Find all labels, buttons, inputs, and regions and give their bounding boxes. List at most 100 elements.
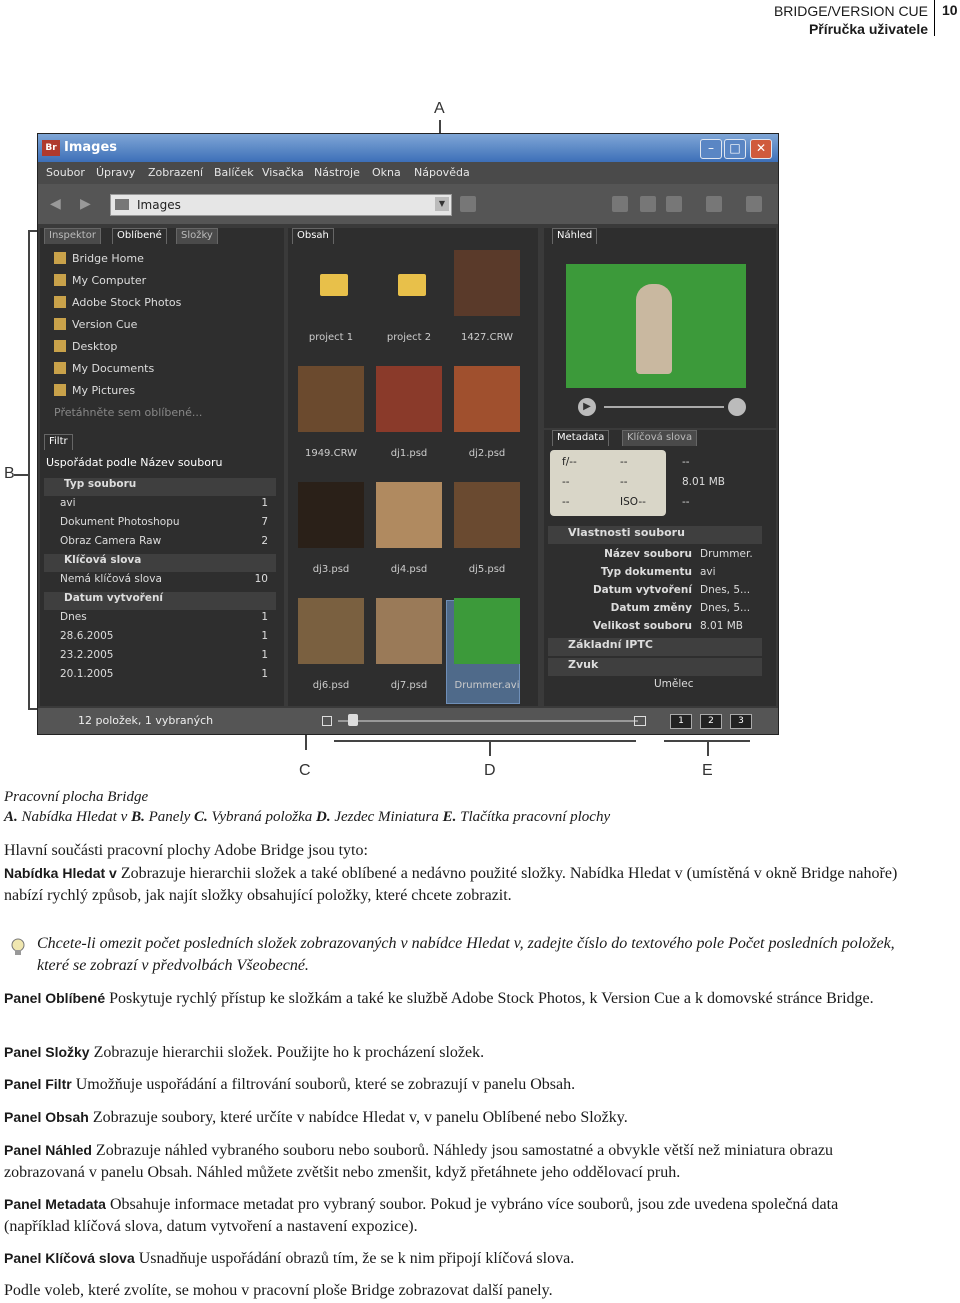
rotate-right-icon[interactable] <box>666 196 682 212</box>
tab-metadata[interactable]: Metadata <box>552 430 610 446</box>
bridge-home-icon <box>54 252 66 264</box>
sort-by-menu[interactable]: Uspořádat podle Název souboru <box>46 456 222 469</box>
filter-category-header[interactable]: Typ souboru <box>44 478 276 496</box>
tab-slozky[interactable]: Složky <box>176 228 218 244</box>
favorite-item[interactable]: Bridge Home <box>54 252 144 265</box>
workspace-button-1[interactable]: 1 <box>670 714 692 729</box>
trash-icon[interactable] <box>706 196 722 212</box>
thumbnail-label: dj2.psd <box>468 448 506 459</box>
chevron-down-icon[interactable]: ▼ <box>435 197 449 211</box>
menu-soubor[interactable]: Soubor <box>46 166 85 179</box>
caption-letter: B. <box>131 809 149 825</box>
iptc-section-header[interactable]: Základní IPTC <box>548 638 762 656</box>
minimize-icon[interactable]: – <box>700 139 722 159</box>
menu-upravy[interactable]: Úpravy <box>96 166 135 179</box>
filter-option[interactable]: avi 1 <box>44 497 276 515</box>
thumbnail-label: dj5.psd <box>468 564 506 575</box>
favorite-item[interactable]: My Pictures <box>54 384 135 397</box>
image-thumbnail[interactable] <box>454 250 520 316</box>
metadata-value: 8.01 MB <box>700 620 743 632</box>
image-thumbnail[interactable] <box>376 598 442 664</box>
filter-option[interactable]: 28.6.2005 1 <box>44 630 276 648</box>
workspace-button-2[interactable]: 2 <box>700 714 722 729</box>
audio-section-header[interactable]: Zvuk <box>548 658 762 676</box>
filter-option[interactable]: Nemá klíčová slova 10 <box>44 573 276 591</box>
small-thumbnail-icon[interactable] <box>322 716 332 726</box>
metadata-panel: Metadata Klíčová slova f/-- -- -- -- -- … <box>544 430 776 706</box>
preview-figure <box>636 284 672 374</box>
favorite-item[interactable]: My Computer <box>54 274 146 287</box>
artist-field-label: Umělec <box>654 678 694 690</box>
favorite-item[interactable]: Desktop <box>54 340 117 353</box>
menu-visacka[interactable]: Visačka <box>262 166 304 179</box>
filter-option[interactable]: 23.2.2005 1 <box>44 649 276 667</box>
filter-category-header[interactable]: Klíčová slova <box>44 554 276 572</box>
metadata-value: Dnes, 5... <box>700 584 751 596</box>
new-folder-icon[interactable] <box>612 196 628 212</box>
folder-thumbnail[interactable] <box>376 250 442 316</box>
compact-mode-icon[interactable] <box>746 196 762 212</box>
bridge-app-icon: Br <box>42 140 60 156</box>
image-thumbnail[interactable] <box>376 482 442 548</box>
image-thumbnail[interactable] <box>298 366 364 432</box>
tab-klicova-slova[interactable]: Klíčová slova <box>622 430 698 446</box>
metadata-key: Velikost souboru <box>592 620 692 632</box>
caption-letter: C. <box>194 809 212 825</box>
filter-option[interactable]: Dokument Photoshopu 7 <box>44 516 276 534</box>
play-icon[interactable]: ▶ <box>578 398 596 416</box>
favorite-item[interactable]: My Documents <box>54 362 154 375</box>
image-thumbnail[interactable] <box>298 598 364 664</box>
large-thumbnail-icon[interactable] <box>634 716 646 726</box>
filter-category-header[interactable]: Datum vytvoření <box>44 592 276 610</box>
tab-nahled[interactable]: Náhled <box>552 228 598 244</box>
thumbnail-slider[interactable] <box>338 720 638 722</box>
filter-option[interactable]: Obraz Camera Raw 2 <box>44 535 276 553</box>
menu-okna[interactable]: Okna <box>372 166 401 179</box>
def-panel-klicova-slova: Panel Klíčová slova Usnadňuje uspořádání… <box>4 1250 575 1267</box>
desktop-icon <box>54 340 66 352</box>
tab-obsah[interactable]: Obsah <box>292 228 334 244</box>
favorite-item[interactable]: Version Cue <box>54 318 137 331</box>
folder-thumbnail[interactable] <box>298 250 364 316</box>
menu-balicek[interactable]: Balíček <box>214 166 254 179</box>
volume-icon[interactable] <box>728 398 746 416</box>
image-thumbnail[interactable] <box>454 598 520 664</box>
go-up-folder-icon[interactable] <box>460 196 476 212</box>
back-arrow-icon[interactable]: ◀ <box>50 196 66 212</box>
file-properties-header[interactable]: Vlastnosti souboru <box>548 526 762 544</box>
menu-zobrazeni[interactable]: Zobrazení <box>148 166 203 179</box>
forward-arrow-icon[interactable]: ▶ <box>80 196 96 212</box>
menu-nastroje[interactable]: Nástroje <box>314 166 360 179</box>
workspace-button-3[interactable]: 3 <box>730 714 752 729</box>
tab-inspektor[interactable]: Inspektor <box>44 228 101 244</box>
favorite-item[interactable]: Adobe Stock Photos <box>54 296 181 309</box>
thumbnail-label: 1949.CRW <box>304 448 358 459</box>
filter-option[interactable]: Dnes 1 <box>44 611 276 629</box>
look-in-menu[interactable]: Images ▼ <box>110 194 452 216</box>
image-thumbnail[interactable] <box>454 366 520 432</box>
image-thumbnail[interactable] <box>376 366 442 432</box>
def-panel-obsah: Panel Obsah Zobrazuje soubory, které urč… <box>4 1109 628 1126</box>
metadata-key: Typ dokumentu <box>600 566 692 578</box>
image-thumbnail[interactable] <box>454 482 520 548</box>
callout-d-bracket <box>334 740 636 742</box>
caption-letter: A. <box>4 809 22 825</box>
rotate-left-icon[interactable] <box>640 196 656 212</box>
tab-filtr[interactable]: Filtr <box>44 434 73 450</box>
status-text: 12 položek, 1 vybraných <box>78 714 214 727</box>
header-subtitle: Příručka uživatele <box>808 21 928 37</box>
callout-d: D <box>484 762 496 779</box>
thumbnail-label: dj7.psd <box>390 680 428 691</box>
thumbnail-slider-knob[interactable] <box>348 714 358 726</box>
tab-oblibene[interactable]: Oblíbené <box>112 228 167 244</box>
close-icon[interactable]: ✕ <box>750 139 772 159</box>
preview-image <box>566 264 746 388</box>
callout-d-line <box>489 742 491 756</box>
video-scrubber[interactable] <box>604 406 724 408</box>
thumbnail-label: Drummer.avi <box>454 680 520 691</box>
image-thumbnail[interactable] <box>298 482 364 548</box>
menu-napoveda[interactable]: Nápověda <box>414 166 470 179</box>
metadata-key: Název souboru <box>604 548 692 560</box>
maximize-icon[interactable]: □ <box>724 139 746 159</box>
filter-option[interactable]: 20.1.2005 1 <box>44 668 276 686</box>
